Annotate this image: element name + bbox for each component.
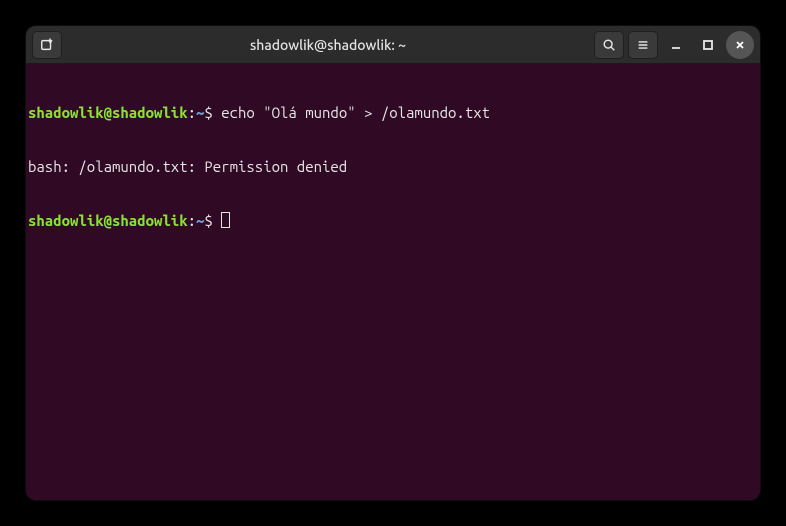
- search-button[interactable]: [594, 31, 624, 59]
- close-button[interactable]: [726, 31, 754, 59]
- prompt-colon: :: [188, 104, 196, 121]
- terminal-line: shadowlik@shadowlik:~$: [28, 212, 758, 230]
- command-1: echo "Olá mundo" > /olamundo.txt: [221, 104, 490, 121]
- maximize-button[interactable]: [694, 31, 722, 59]
- prompt-user: shadowlik@shadowlik: [28, 212, 188, 229]
- prompt-symbol: $: [204, 104, 212, 121]
- cursor-icon: [221, 212, 230, 228]
- terminal-window: shadowlik@shadowlik: ~ shadowlik@shadowl…: [26, 26, 760, 500]
- output-line: bash: /olamundo.txt: Permission denied: [28, 158, 758, 176]
- minimize-button[interactable]: [662, 31, 690, 59]
- command-text: echo "Olá mundo" > /olamundo.txt: [213, 104, 490, 121]
- titlebar-right-group: [594, 31, 754, 59]
- titlebar: shadowlik@shadowlik: ~: [26, 26, 760, 64]
- prompt-colon: :: [188, 212, 196, 229]
- terminal-body[interactable]: shadowlik@shadowlik:~$ echo "Olá mundo" …: [26, 64, 760, 500]
- terminal-line: shadowlik@shadowlik:~$ echo "Olá mundo" …: [28, 104, 758, 122]
- new-tab-button[interactable]: [32, 31, 62, 59]
- window-title: shadowlik@shadowlik: ~: [66, 37, 590, 53]
- prompt-user: shadowlik@shadowlik: [28, 104, 188, 121]
- menu-button[interactable]: [628, 31, 658, 59]
- prompt-symbol: $: [204, 212, 212, 229]
